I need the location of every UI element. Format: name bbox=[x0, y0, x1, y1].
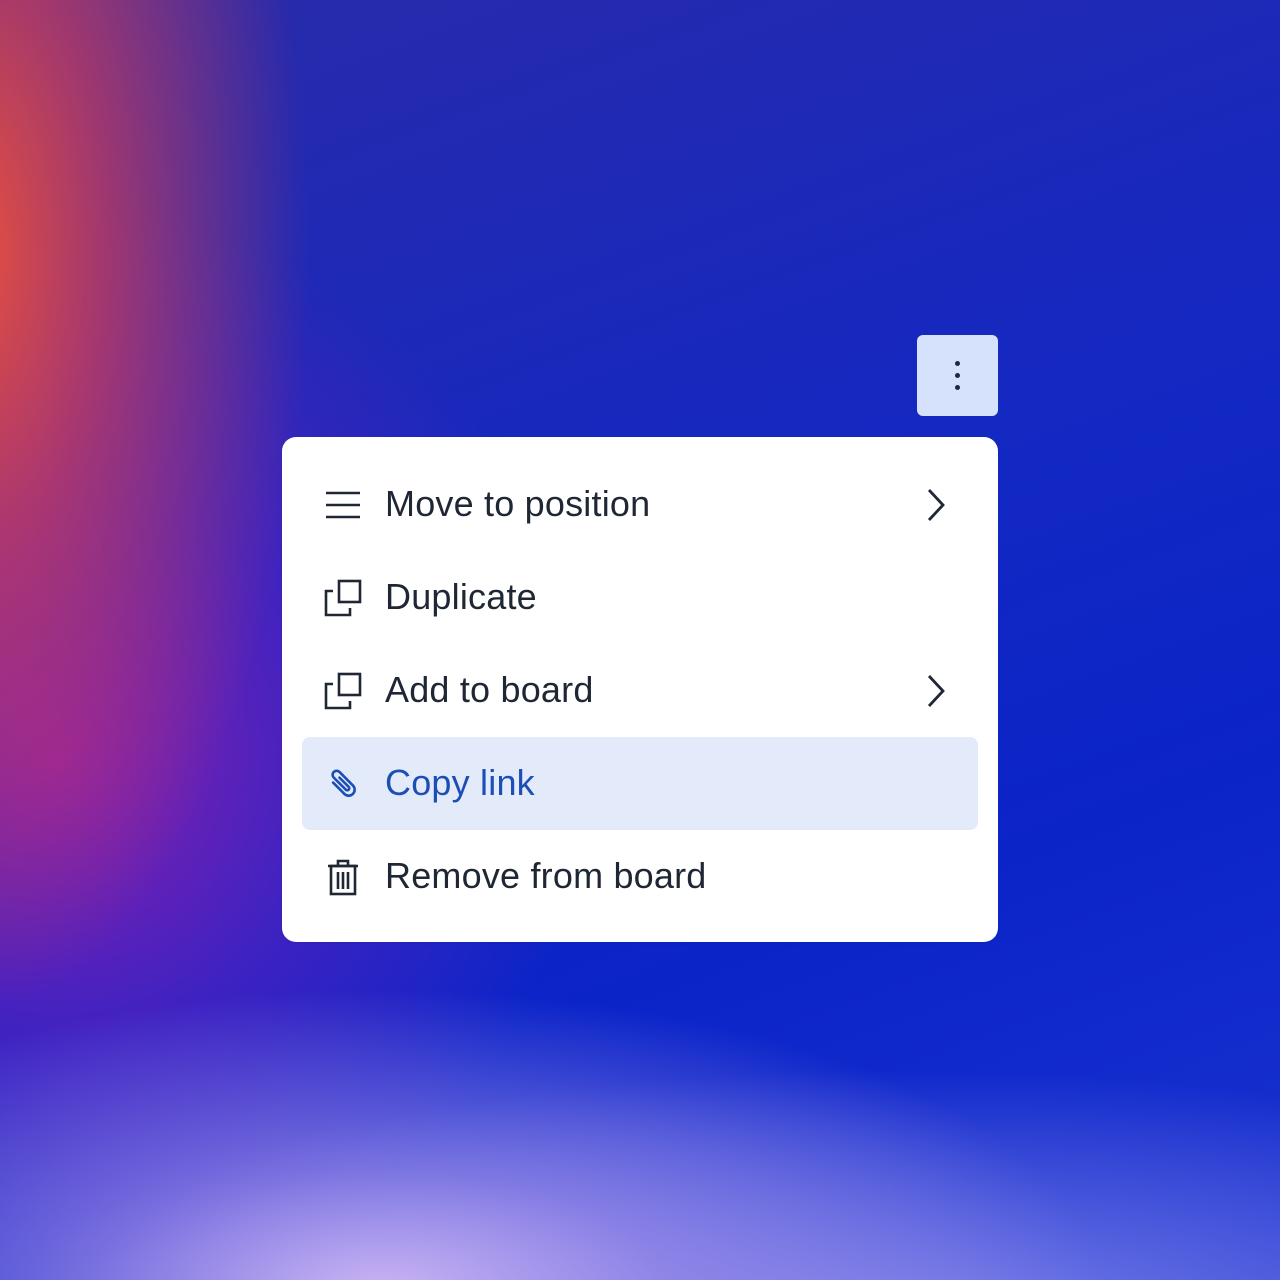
more-vertical-icon-dot bbox=[955, 361, 960, 366]
chevron-right-icon bbox=[924, 487, 948, 523]
menu-item-label: Add to board bbox=[385, 668, 594, 710]
chevron-right-icon bbox=[924, 673, 948, 709]
context-menu: Move to position Duplicate Add to board … bbox=[282, 437, 998, 942]
menu-item-label: Duplicate bbox=[385, 575, 537, 617]
menu-item-duplicate[interactable]: Duplicate bbox=[302, 551, 978, 644]
more-vertical-icon-dot bbox=[955, 385, 960, 390]
menu-item-add-to-board[interactable]: Add to board bbox=[302, 644, 978, 737]
menu-item-label: Remove from board bbox=[385, 854, 707, 896]
more-options-button[interactable] bbox=[917, 335, 998, 416]
paperclip-icon bbox=[323, 764, 363, 804]
more-vertical-icon-dot bbox=[955, 373, 960, 378]
menu-item-move-to-position[interactable]: Move to position bbox=[302, 458, 978, 551]
duplicate-icon bbox=[323, 578, 363, 618]
menu-item-label: Copy link bbox=[385, 761, 535, 803]
menu-item-label: Move to position bbox=[385, 482, 651, 524]
trash-icon bbox=[323, 857, 363, 897]
menu-item-remove-from-board[interactable]: Remove from board bbox=[302, 830, 978, 923]
menu-item-copy-link[interactable]: Copy link bbox=[302, 737, 978, 830]
list-lines-icon bbox=[323, 485, 363, 525]
add-to-board-icon bbox=[323, 671, 363, 711]
